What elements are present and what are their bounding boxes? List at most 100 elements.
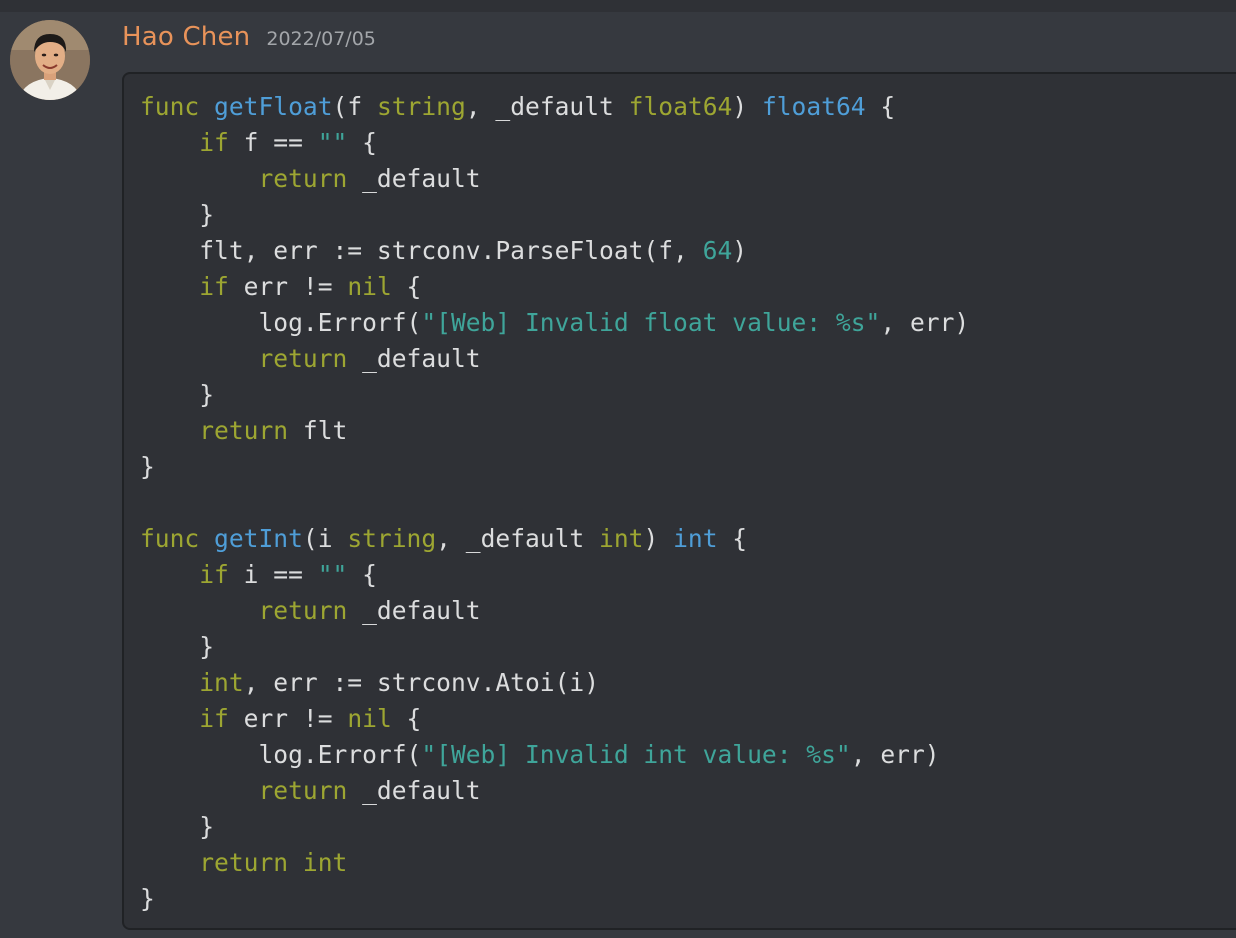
code-token: if bbox=[199, 704, 229, 733]
code-token: , err) bbox=[850, 740, 940, 769]
code-token: log.Errorf( bbox=[140, 308, 422, 337]
code-token: "" bbox=[317, 128, 348, 157]
code-line: if i == "" { bbox=[140, 557, 969, 593]
code-token: int bbox=[599, 524, 644, 553]
code-line: func getFloat(f string, _default float64… bbox=[140, 89, 969, 125]
code-line: return _default bbox=[140, 773, 969, 809]
code-token: ) bbox=[643, 524, 674, 553]
code-token: getFloat bbox=[214, 92, 333, 121]
code-token: nil bbox=[347, 704, 392, 733]
user-avatar[interactable] bbox=[10, 20, 90, 100]
code-token: } bbox=[140, 380, 215, 409]
code-line: return _default bbox=[140, 341, 969, 377]
code-token: string bbox=[376, 92, 466, 121]
code-token: (i bbox=[302, 524, 348, 553]
code-token: (f bbox=[332, 92, 377, 121]
user-avatar-photo-icon bbox=[10, 20, 90, 100]
code-line: flt, err := strconv.ParseFloat(f, 64) bbox=[140, 233, 969, 269]
code-token: int bbox=[673, 524, 718, 553]
code-token: _default bbox=[347, 596, 481, 625]
code-token: { bbox=[391, 704, 422, 733]
author-name[interactable]: Hao Chen bbox=[122, 22, 250, 52]
code-token: _default bbox=[347, 776, 481, 805]
code-line: return int bbox=[140, 845, 969, 881]
code-line: } bbox=[140, 449, 969, 485]
code-token: err != bbox=[228, 704, 348, 733]
code-content: func getFloat(f string, _default float64… bbox=[140, 89, 969, 917]
code-line: return _default bbox=[140, 593, 969, 629]
code-token: log.Errorf( bbox=[140, 740, 422, 769]
code-token: err != bbox=[228, 272, 348, 301]
code-line: return flt bbox=[140, 413, 969, 449]
code-line: } bbox=[140, 197, 969, 233]
code-token: , _default bbox=[436, 524, 600, 553]
code-token: float64 bbox=[628, 92, 733, 121]
code-token: return bbox=[258, 596, 348, 625]
top-divider bbox=[0, 0, 1236, 12]
code-token: flt, err := strconv.ParseFloat(f, bbox=[140, 236, 703, 265]
code-line: } bbox=[140, 629, 969, 665]
code-line: return _default bbox=[140, 161, 969, 197]
message-timestamp: 2022/07/05 bbox=[266, 28, 376, 50]
code-token: { bbox=[865, 92, 896, 121]
code-line: func getInt(i string, _default int) int … bbox=[140, 521, 969, 557]
code-token: , _default bbox=[465, 92, 629, 121]
code-token: } bbox=[140, 632, 215, 661]
code-token: func bbox=[140, 524, 200, 553]
code-token: { bbox=[347, 128, 377, 157]
code-line: log.Errorf("[Web] Invalid int value: %s"… bbox=[140, 737, 969, 773]
code-line: if f == "" { bbox=[140, 125, 969, 161]
code-token: flt bbox=[288, 416, 348, 445]
code-token: if bbox=[199, 560, 229, 589]
code-token: "[Web] Invalid int value: %s" bbox=[421, 740, 851, 769]
code-token: "" bbox=[317, 560, 348, 589]
code-token: ) bbox=[732, 236, 748, 265]
code-token: return bbox=[258, 776, 348, 805]
code-line: log.Errorf("[Web] Invalid float value: %… bbox=[140, 305, 969, 341]
code-line: } bbox=[140, 377, 969, 413]
message-header: Hao Chen 2022/07/05 bbox=[122, 22, 376, 58]
code-token: string bbox=[347, 524, 437, 553]
code-token: int bbox=[199, 668, 244, 697]
code-token: _default bbox=[347, 344, 481, 373]
code-token: if bbox=[199, 272, 229, 301]
code-token: "[Web] Invalid float value: %s" bbox=[421, 308, 881, 337]
code-line: } bbox=[140, 881, 969, 917]
code-token: i == bbox=[228, 560, 318, 589]
code-token: return bbox=[258, 164, 348, 193]
code-line: if err != nil { bbox=[140, 269, 969, 305]
code-token: { bbox=[717, 524, 748, 553]
code-token: getInt bbox=[214, 524, 303, 553]
code-token: ) bbox=[732, 92, 762, 121]
code-token: } bbox=[140, 812, 215, 841]
code-token: if bbox=[199, 128, 229, 157]
code-token: func bbox=[140, 92, 200, 121]
code-token: 64 bbox=[702, 236, 733, 265]
code-line: } bbox=[140, 809, 969, 845]
code-token: } bbox=[140, 884, 155, 913]
code-token: , err) bbox=[880, 308, 970, 337]
code-token: nil bbox=[347, 272, 392, 301]
code-token: int bbox=[302, 848, 348, 877]
code-line: int, err := strconv.Atoi(i) bbox=[140, 665, 969, 701]
code-line: if err != nil { bbox=[140, 701, 969, 737]
code-token: , err := strconv.Atoi(i) bbox=[243, 668, 600, 697]
code-token: return bbox=[199, 848, 289, 877]
code-token: return bbox=[199, 416, 289, 445]
code-token: } bbox=[140, 452, 155, 481]
